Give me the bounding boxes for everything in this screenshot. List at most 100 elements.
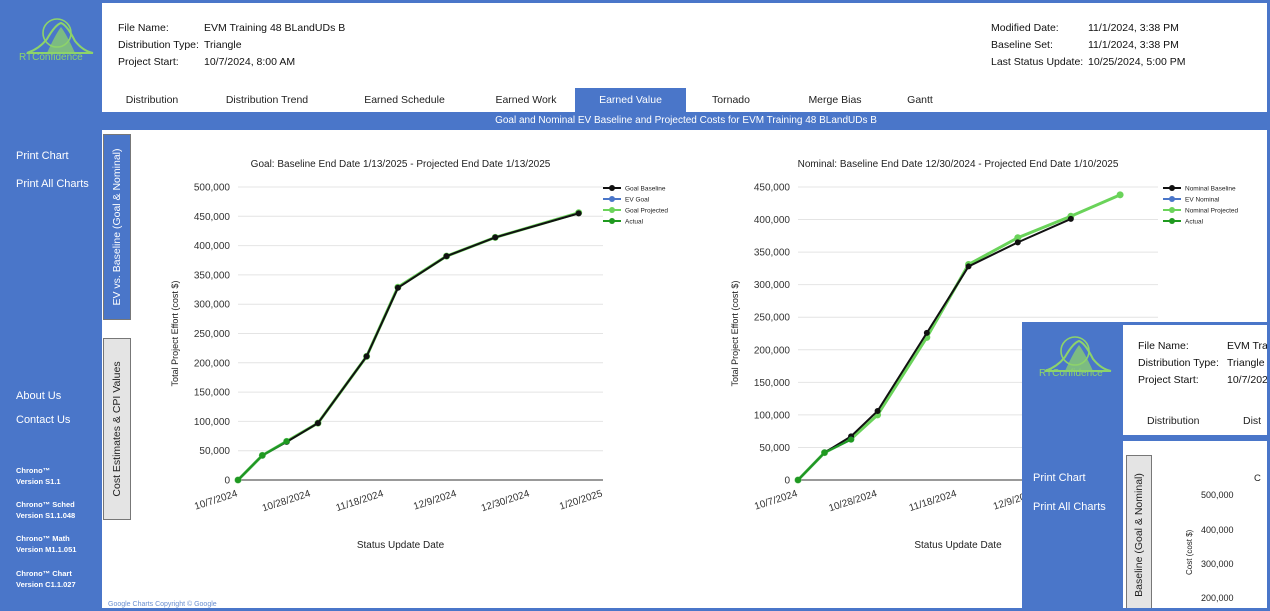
x-tick-label: 10/7/2024 <box>753 488 799 512</box>
google-charts-footer: Google Charts Copyright © Google <box>108 601 217 608</box>
y-tick-label: 400,000 <box>194 241 231 252</box>
data-point <box>874 407 881 414</box>
y-tick-label: 50,000 <box>199 446 230 457</box>
data-point <box>394 284 401 291</box>
version-chrono-sched: Chrono™ Sched Version S1.1.048 <box>16 499 75 521</box>
tab-gantt[interactable]: Gantt <box>894 88 946 112</box>
tab-merge-bias[interactable]: Merge Bias <box>776 88 894 112</box>
data-point <box>259 452 266 459</box>
data-point <box>1116 191 1124 199</box>
project-start-label: Project Start: <box>118 56 179 68</box>
print-all-charts-link[interactable]: Print All Charts <box>16 178 89 190</box>
tab-earned-schedule[interactable]: Earned Schedule <box>332 88 477 112</box>
data-point <box>443 253 450 260</box>
overlay-project-start-value: 10/7/2024 <box>1227 374 1270 386</box>
vtab-label: Cost Estimates & CPI Values <box>111 361 123 497</box>
data-point <box>235 477 241 483</box>
overlay-vtab-label: Baseline (Goal & Nominal) <box>1133 473 1145 597</box>
rtconfidence-logo <box>26 18 94 54</box>
y-axis-label: Total Project Effort (cost $) <box>170 281 180 387</box>
y-tick-label: 200,000 <box>754 345 791 356</box>
legend-label: Actual <box>625 219 644 226</box>
y-tick-label: 0 <box>784 476 790 487</box>
version-name: Chrono™ <box>16 466 51 475</box>
overlay-vtab[interactable]: Baseline (Goal & Nominal) <box>1126 455 1152 611</box>
y-tick-label: 150,000 <box>194 388 231 399</box>
overlay-sidebar: RTConfidence Print Chart Print All Chart… <box>1025 325 1123 611</box>
y-tick-label: 250,000 <box>194 329 231 340</box>
y-tick-label: 350,000 <box>194 270 231 281</box>
y-tick-label: 300,000 <box>754 280 791 291</box>
legend-marker <box>609 185 615 191</box>
data-point <box>1067 215 1074 222</box>
contact-us-link[interactable]: Contact Us <box>16 414 70 426</box>
overlay-tab-distribution[interactable]: Distribution <box>1147 415 1200 427</box>
tab-bar: Distribution Distribution Trend Earned S… <box>102 88 1270 112</box>
y-tick-label: 50,000 <box>759 443 790 454</box>
y-tick-label: 300,000 <box>194 300 231 311</box>
x-tick-label: 1/20/2025 <box>558 488 604 512</box>
overlay-dist-type-value: Triangle <box>1227 357 1265 369</box>
version-name: Chrono™ Math <box>16 534 70 543</box>
legend-marker <box>1169 207 1175 213</box>
chart-title: Goal: Baseline End Date 1/13/2025 - Proj… <box>251 159 551 170</box>
last-status-update-value: 10/25/2024, 5:00 PM <box>1088 56 1186 68</box>
data-point <box>821 449 828 456</box>
vtab-label: EV vs. Baseline (Goal & Nominal) <box>111 148 123 306</box>
legend-label: EV Nominal <box>1185 197 1220 204</box>
data-point <box>848 436 855 443</box>
overlay-y-axis-label: Cost (cost $) <box>1185 529 1194 575</box>
legend-marker <box>1169 218 1175 224</box>
baseline-set-label: Baseline Set: <box>991 39 1053 51</box>
x-tick-label: 12/9/2024 <box>412 488 458 512</box>
overlay-file-name-value: EVM Trai <box>1227 340 1270 352</box>
overlay-print-chart-link[interactable]: Print Chart <box>1033 472 1086 484</box>
version-name: Chrono™ Sched <box>16 500 75 509</box>
legend-marker <box>609 207 615 213</box>
data-point <box>492 234 499 241</box>
legend-label: Goal Projected <box>625 208 668 215</box>
data-point <box>923 329 930 336</box>
tab-distribution-trend[interactable]: Distribution Trend <box>202 88 332 112</box>
y-tick-label: 500,000 <box>194 183 231 194</box>
file-name-label: File Name: <box>118 22 169 34</box>
legend-label: Nominal Baseline <box>1185 186 1236 193</box>
version-chrono-chart: Chrono™ Chart Version C1.1.027 <box>16 568 76 590</box>
overlay-tab-dist[interactable]: Dist <box>1243 415 1261 427</box>
y-tick-label: 100,000 <box>754 410 791 421</box>
tab-distribution[interactable]: Distribution <box>102 88 202 112</box>
about-us-link[interactable]: About Us <box>16 390 61 402</box>
version-chrono: Chrono™ Version S1.1 <box>16 465 61 487</box>
goal-chart: Goal: Baseline End Date 1/13/2025 - Proj… <box>170 159 668 551</box>
overlay-print-all-link[interactable]: Print All Charts <box>1033 501 1106 513</box>
y-tick-label: 400,000 <box>754 215 791 226</box>
x-tick-label: 11/18/2024 <box>335 488 386 514</box>
legend-marker <box>1169 185 1175 191</box>
data-point <box>795 477 801 483</box>
vtab-ev-vs-baseline[interactable]: EV vs. Baseline (Goal & Nominal) <box>103 134 131 320</box>
tab-earned-value[interactable]: Earned Value <box>575 88 686 112</box>
main-window: RTConfidence Print Chart Print All Chart… <box>0 0 1270 611</box>
tab-earned-work[interactable]: Earned Work <box>477 88 575 112</box>
overlay-logo-text: RTConfidence <box>1039 368 1103 379</box>
x-tick-label: 10/28/2024 <box>827 488 878 514</box>
legend-label: Goal Baseline <box>625 186 666 193</box>
data-point <box>363 353 370 360</box>
data-point <box>314 420 321 427</box>
sidebar: RTConfidence Print Chart Print All Chart… <box>3 3 102 608</box>
overlay-dist-type-label: Distribution Type: <box>1138 357 1219 369</box>
vtab-cost-estimates[interactable]: Cost Estimates & CPI Values <box>103 338 131 520</box>
version-chrono-math: Chrono™ Math Version M1.1.051 <box>16 533 76 555</box>
y-tick-label: 200,000 <box>194 358 231 369</box>
legend-marker <box>1169 196 1175 202</box>
y-tick-label: 0 <box>224 476 230 487</box>
print-chart-link[interactable]: Print Chart <box>16 150 69 162</box>
y-axis-label: Total Project Effort (cost $) <box>730 281 740 387</box>
baseline-set-value: 11/1/2024, 3:38 PM <box>1088 39 1179 51</box>
tab-tornado[interactable]: Tornado <box>686 88 776 112</box>
y-tick-label: 250,000 <box>754 313 791 324</box>
legend-marker <box>609 196 615 202</box>
data-point <box>1014 239 1021 246</box>
overlay-ytick: 300,000 <box>1201 559 1234 569</box>
legend-label: Nominal Projected <box>1185 208 1238 215</box>
